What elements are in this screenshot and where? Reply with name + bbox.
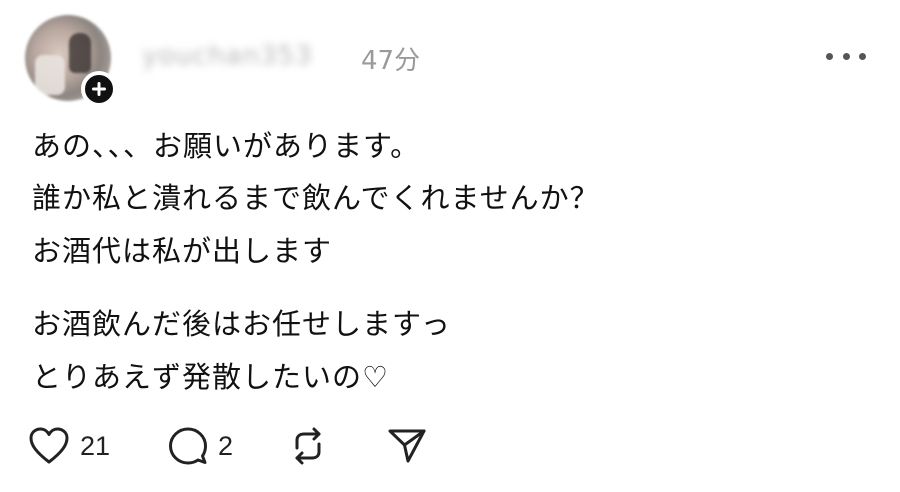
heart-icon bbox=[29, 427, 69, 464]
post-text-line: お酒代は私が出します bbox=[32, 234, 333, 268]
reply-count: 2 bbox=[218, 430, 234, 461]
more-dot bbox=[842, 52, 850, 60]
reply-button[interactable]: 2 bbox=[168, 424, 233, 468]
username[interactable]: youchan353 bbox=[142, 41, 313, 71]
plus-icon bbox=[92, 82, 106, 96]
follow-button[interactable] bbox=[81, 71, 117, 107]
thread-post: youchan353 47分 あの、、、お願いがあります。 誰か私と潰れるまで飲… bbox=[0, 0, 900, 492]
share-button[interactable] bbox=[386, 424, 428, 468]
more-dot bbox=[859, 52, 866, 60]
comment-icon bbox=[169, 427, 207, 465]
send-icon bbox=[388, 429, 426, 463]
post-text-line: とりあえず発散したいの♡ bbox=[32, 360, 389, 394]
like-button[interactable]: 21 bbox=[28, 424, 110, 468]
more-options-button[interactable] bbox=[826, 44, 866, 68]
post-text-line: あの、、、お願いがあります。 bbox=[32, 129, 421, 163]
avatar[interactable] bbox=[25, 15, 117, 107]
more-dots-icon bbox=[826, 52, 833, 60]
action-bar: 21 2 bbox=[28, 424, 448, 468]
like-count: 21 bbox=[80, 430, 111, 461]
repost-button[interactable] bbox=[288, 424, 328, 468]
post-text-line: お酒飲んだ後はお任せしますっ bbox=[32, 307, 451, 341]
repost-icon bbox=[295, 427, 321, 465]
post-text-line: 誰か私と潰れるまで飲んでくれませんか？ bbox=[32, 181, 600, 215]
post-time: 47分 bbox=[361, 46, 421, 76]
